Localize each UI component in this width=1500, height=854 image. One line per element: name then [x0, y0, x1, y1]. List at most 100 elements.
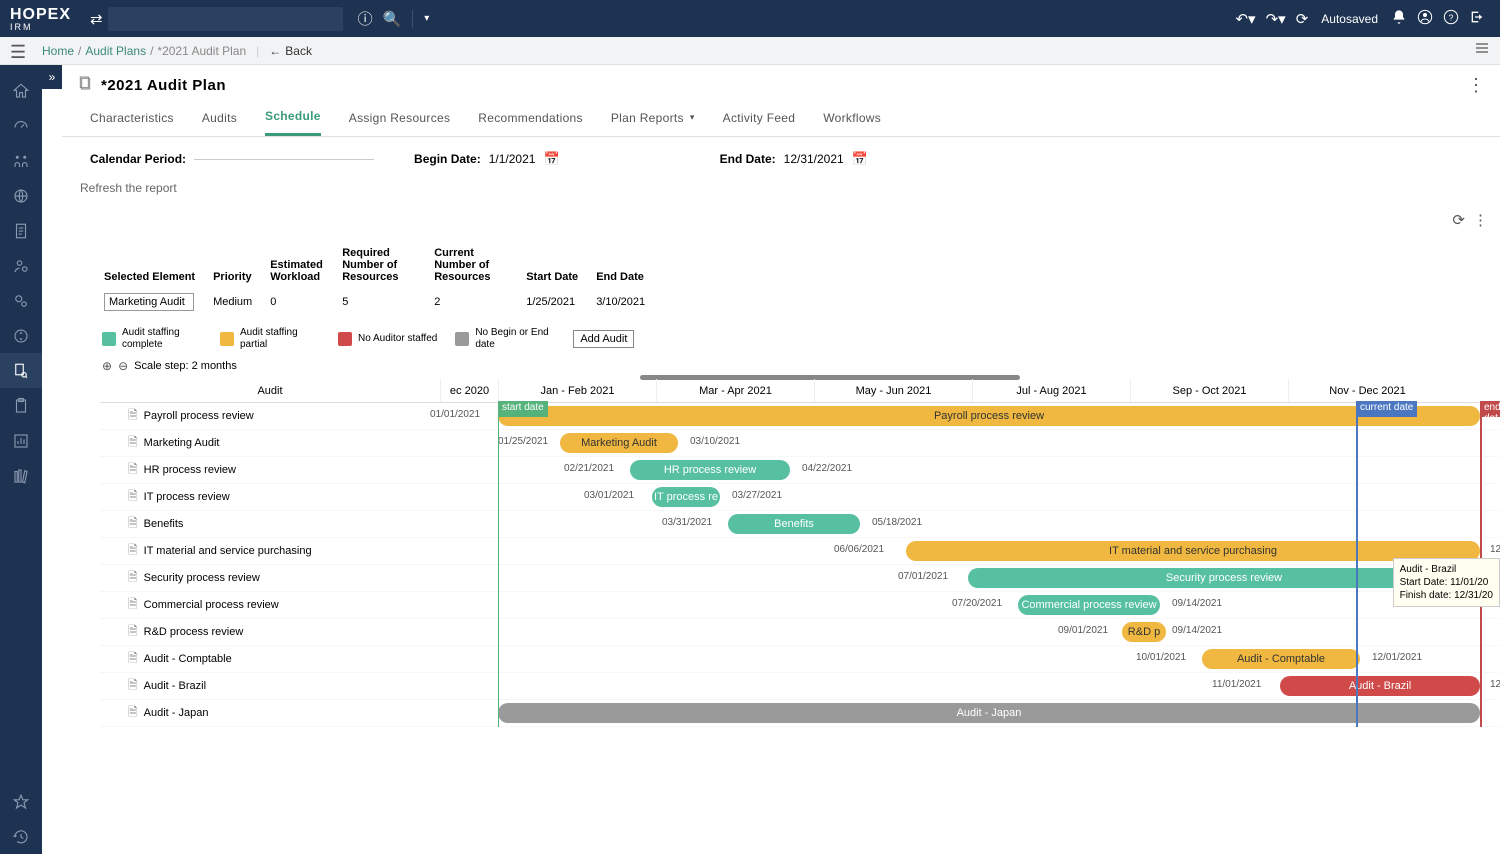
gantt-bar[interactable]: Audit - Brazil [1280, 676, 1480, 696]
breadcrumb-home[interactable]: Home [42, 44, 74, 58]
gantt-end-label: 09/14/2021 [1172, 598, 1222, 609]
info-icon[interactable]: ⓘ [358, 8, 373, 29]
bell-icon[interactable] [1391, 9, 1407, 29]
top-header: HOPEX IRM ⇄ ⓘ 🔍 ▾ ↶▾ ↷▾ ⟳ Autosaved ? [0, 0, 1500, 37]
selected-element-input[interactable] [104, 293, 194, 311]
search-icon[interactable]: 🔍 [383, 10, 402, 28]
doc-icon: 🗎 [128, 595, 138, 616]
breadcrumb: Home / Audit Plans / *2021 Audit Plan | … [0, 37, 1500, 65]
gantt-row: 🗎Payroll process review01/01/2021 Payroll… [100, 403, 1500, 430]
tab-audits[interactable]: Audits [202, 109, 237, 136]
td-end: 3/10/2021 [596, 289, 661, 315]
sidebar-library-icon[interactable] [0, 458, 42, 493]
calendar-icon[interactable]: 📅 [543, 151, 559, 167]
sidebar-user-gear-icon[interactable] [0, 248, 42, 283]
search-input[interactable] [108, 7, 343, 31]
sidebar-doc-icon[interactable] [0, 213, 42, 248]
zoom-controls: ⊕ ⊖ Scale step: 2 months [102, 359, 1460, 373]
zoom-out-icon[interactable]: ⊖ [118, 359, 128, 373]
gantt-row: 🗎IT process review03/01/2021IT process r… [100, 484, 1500, 511]
scale-step-label: Scale step: 2 months [134, 360, 237, 372]
gantt-bar[interactable]: Payroll process review [498, 406, 1480, 426]
gantt-row-label[interactable]: 🗎Security process review [100, 568, 440, 589]
gantt-bar[interactable]: HR process review [630, 460, 790, 480]
tab-plan-reports[interactable]: Plan Reports▾ [611, 109, 695, 136]
svg-text:?: ? [1449, 12, 1454, 22]
sidebar-cycle-icon[interactable] [0, 318, 42, 353]
sidebar-search-doc-icon[interactable] [0, 353, 42, 388]
gantt-row: 🗎Benefits03/31/2021Benefits05/18/2021 [100, 511, 1500, 538]
gantt-start-label: 07/20/2021 [952, 598, 1002, 609]
gantt-row-label[interactable]: 🗎R&D process review [100, 622, 440, 643]
zoom-in-icon[interactable]: ⊕ [102, 359, 112, 373]
tab-activity-feed[interactable]: Activity Feed [723, 109, 796, 136]
refresh-chart-icon[interactable]: ⟳ [1452, 211, 1465, 229]
gantt-bar[interactable]: Commercial process review [1018, 595, 1160, 615]
th-required: Required Number of Resources [342, 243, 432, 287]
sidebar-globe-icon[interactable] [0, 178, 42, 213]
sidebar-home-icon[interactable] [0, 73, 42, 108]
tab-recommendations[interactable]: Recommendations [478, 109, 583, 136]
undo-icon[interactable]: ↶▾ [1235, 10, 1255, 28]
calendar-period-label: Calendar Period: [90, 152, 186, 166]
breadcrumb-plans[interactable]: Audit Plans [85, 44, 146, 58]
refresh-icon[interactable]: ⟳ [1296, 10, 1309, 28]
gantt-row-label[interactable]: 🗎Audit - Brazil [100, 676, 440, 697]
gantt-row: 🗎HR process review02/21/2021HR process r… [100, 457, 1500, 484]
exit-icon[interactable] [1469, 9, 1485, 29]
gantt-row-label[interactable]: 🗎Benefits [100, 514, 440, 535]
gantt-bar[interactable]: Benefits [728, 514, 860, 534]
td-start: 1/25/2021 [526, 289, 594, 315]
gantt-row-label[interactable]: 🗎Commercial process review [100, 595, 440, 616]
list-view-icon[interactable] [1474, 40, 1490, 61]
back-button[interactable]: ← Back [269, 44, 312, 58]
tab-assign-resources[interactable]: Assign Resources [349, 109, 451, 136]
calendar-icon[interactable]: 📅 [852, 151, 868, 167]
gantt-row-label[interactable]: 🗎Payroll process review [100, 406, 440, 427]
tab-schedule[interactable]: Schedule [265, 109, 321, 136]
gantt-end-label: 03/10/2021 [690, 436, 740, 447]
help-icon[interactable]: ? [1443, 9, 1459, 29]
sidebar-gears-icon[interactable] [0, 283, 42, 318]
gantt-bar[interactable]: R&D p [1122, 622, 1166, 642]
sidebar-org-icon[interactable] [0, 143, 42, 178]
gantt-bar[interactable]: IT process re [652, 487, 720, 507]
gantt-end-label: 12/31 [1490, 544, 1500, 555]
page-title: *2021 Audit Plan [101, 77, 226, 94]
sidebar-dashboard-icon[interactable] [0, 108, 42, 143]
sidebar-chart-icon[interactable] [0, 423, 42, 458]
gantt-row-label[interactable]: 🗎Audit - Comptable [100, 649, 440, 670]
gantt-row-label[interactable]: 🗎Audit - Japan [100, 703, 440, 724]
selected-element-table: Selected Element Priority Estimated Work… [102, 241, 663, 317]
gantt-bar[interactable]: Audit - Japan [498, 703, 1480, 723]
gantt-row: 🗎Audit - Brazil11/01/2021Audit - Brazil1… [100, 673, 1500, 700]
redo-icon[interactable]: ↷▾ [1266, 10, 1286, 28]
sidebar-star-icon[interactable] [0, 784, 42, 819]
gantt-bar[interactable]: Marketing Audit [560, 433, 678, 453]
doc-icon: 🗎 [128, 514, 138, 535]
td-priority: Medium [213, 289, 268, 315]
swap-icon[interactable]: ⇄ [90, 10, 103, 28]
gantt-row-label[interactable]: 🗎IT process review [100, 487, 440, 508]
gantt-bar[interactable]: Audit - Comptable [1202, 649, 1360, 669]
gantt-row-label[interactable]: 🗎Marketing Audit [100, 433, 440, 454]
refresh-report-link[interactable]: Refresh the report [62, 181, 1500, 207]
tab-workflows[interactable]: Workflows [823, 109, 881, 136]
more-vertical-icon[interactable]: ⋮ [1467, 75, 1485, 96]
hamburger-icon[interactable]: ☰ [10, 42, 26, 63]
filter-row: Calendar Period: Begin Date: 1/1/2021 📅 … [62, 137, 1500, 181]
doc-icon: 🗎 [128, 622, 138, 643]
sidebar-collapse-button[interactable]: » [42, 65, 62, 89]
gantt-end-label: 12/31 [1490, 679, 1500, 690]
gantt-start-label: 01/01/2021 [430, 409, 480, 420]
user-icon[interactable] [1417, 9, 1433, 29]
more-vertical-icon[interactable]: ⋮ [1473, 211, 1488, 229]
tab-characteristics[interactable]: Characteristics [90, 109, 174, 136]
chevron-down-icon[interactable]: ▾ [424, 13, 429, 24]
gantt-row-label[interactable]: 🗎HR process review [100, 460, 440, 481]
gantt-row-label[interactable]: 🗎IT material and service purchasing [100, 541, 440, 562]
sidebar-history-icon[interactable] [0, 819, 42, 854]
add-audit-button[interactable]: Add Audit [573, 330, 634, 348]
gantt-row: 🗎IT material and service purchasing06/06… [100, 538, 1500, 565]
sidebar-clipboard-icon[interactable] [0, 388, 42, 423]
